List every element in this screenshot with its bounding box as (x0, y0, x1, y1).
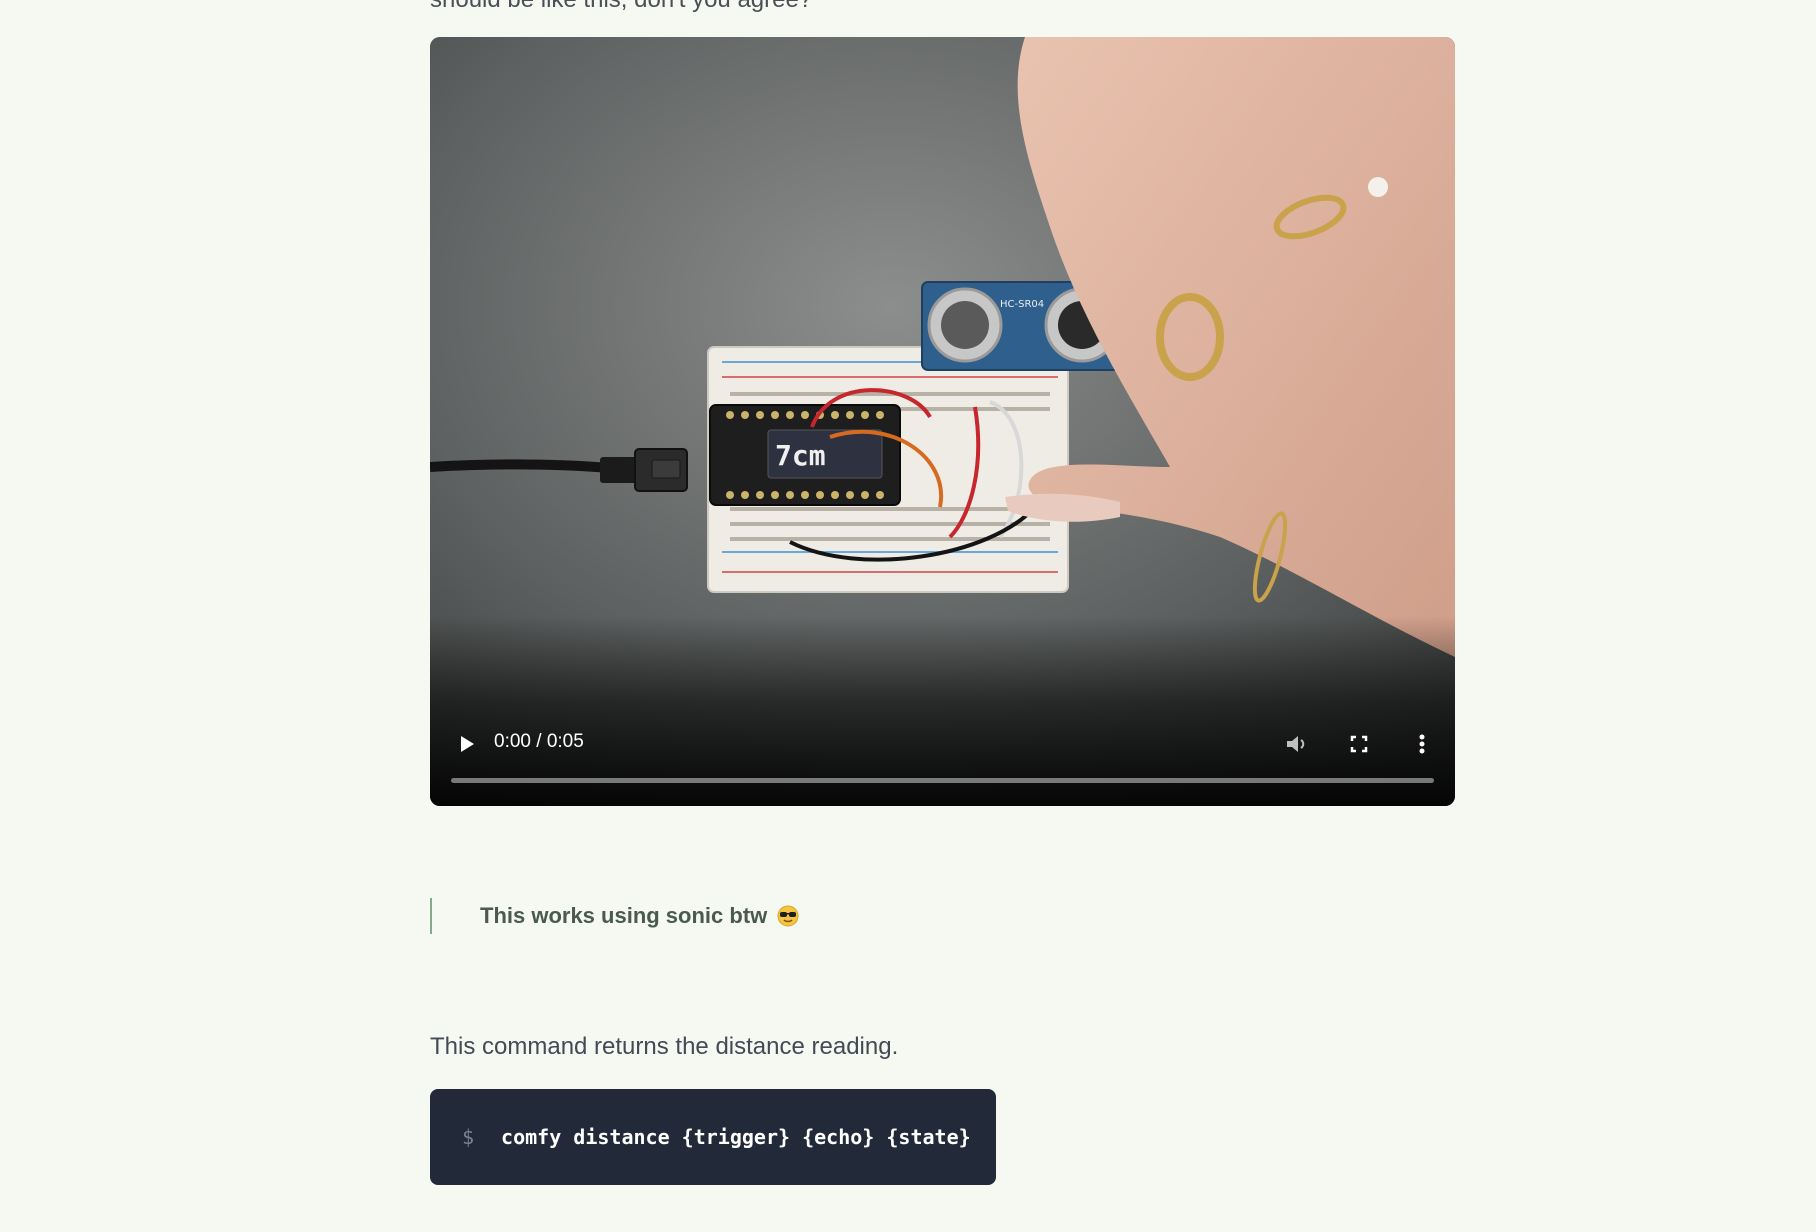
description-paragraph: This command returns the distance readin… (430, 1033, 899, 1060)
play-icon[interactable] (452, 730, 480, 758)
video-controls: 0:00 / 0:05 (430, 706, 1455, 806)
progress-bar[interactable] (451, 778, 1434, 783)
blockquote: This works using sonic btw (430, 898, 799, 934)
code-block[interactable]: $ comfy distance {trigger} {echo} {state… (430, 1089, 996, 1185)
intro-text: should be like this, don't you agree? (430, 0, 812, 14)
video-player[interactable]: 7cm HC-SR04 0:00 / 0:05 (430, 37, 1455, 806)
quote-text: This works using sonic btw (480, 903, 768, 928)
sensor-label: HC-SR04 (1000, 299, 1044, 310)
sunglasses-emoji-icon (777, 905, 799, 927)
shell-command[interactable]: comfy distance {trigger} {echo} {state} (501, 1125, 971, 1149)
time-display: 0:00 / 0:05 (494, 731, 584, 752)
shell-prompt: $ (462, 1125, 475, 1149)
oled-reading: 7cm (775, 439, 826, 472)
fullscreen-icon[interactable] (1345, 730, 1373, 758)
volume-icon[interactable] (1282, 730, 1310, 758)
more-vertical-icon[interactable] (1408, 730, 1436, 758)
